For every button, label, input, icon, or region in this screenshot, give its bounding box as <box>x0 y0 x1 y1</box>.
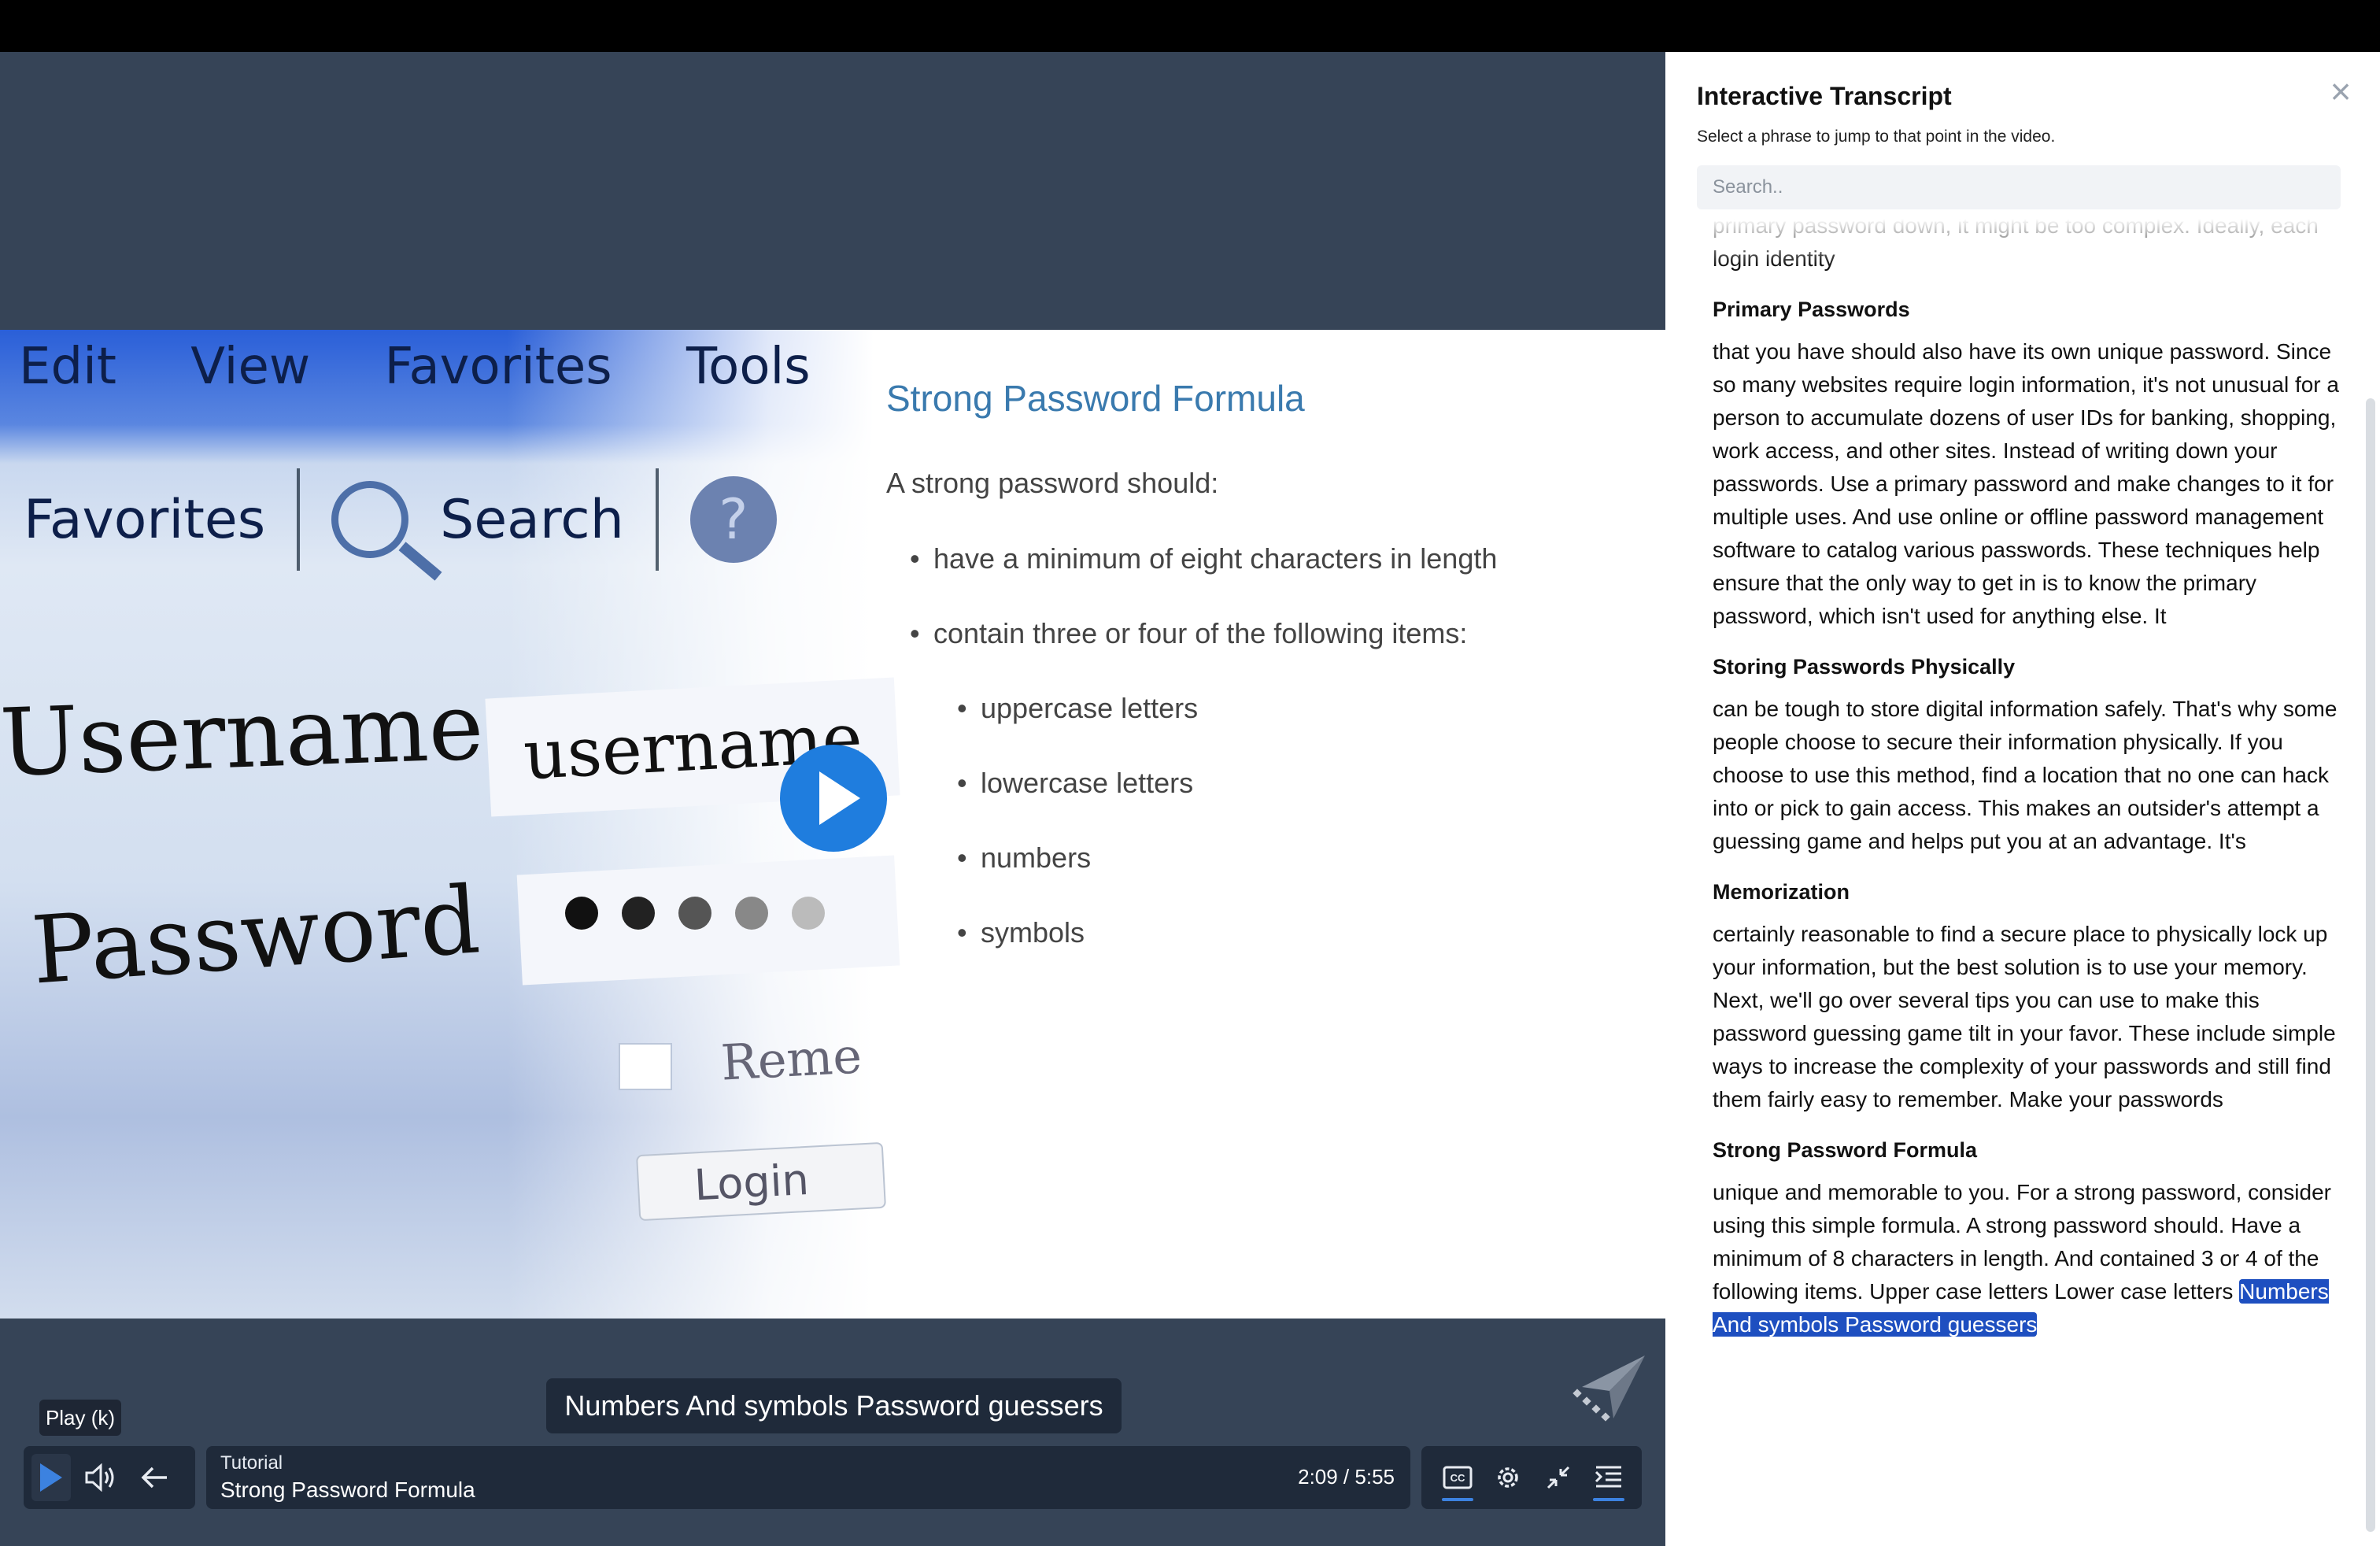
video-player[interactable]: Edit View Favorites Tools Favorites Sear… <box>0 52 1665 1546</box>
photo-menu-view: View <box>190 338 311 396</box>
brand-logo-icon <box>1572 1356 1645 1422</box>
big-play-button[interactable] <box>780 745 887 852</box>
exit-fullscreen-button[interactable] <box>1538 1457 1579 1498</box>
play-tooltip: Play (k) <box>39 1400 121 1436</box>
slide-title: Strong Password Formula <box>886 378 1305 419</box>
transcript-phrase[interactable]: can be tough to store digital informatio… <box>1713 693 2342 858</box>
transcript-active-indicator <box>1593 1498 1624 1501</box>
volume-icon <box>85 1463 114 1492</box>
photo-separator <box>297 468 301 571</box>
closed-captions-button[interactable]: CC <box>1437 1454 1478 1501</box>
password-dot <box>565 897 598 930</box>
photo-toolbar: Favorites Search ? <box>24 468 777 571</box>
photo-separator <box>655 468 659 571</box>
top-black-bar <box>0 0 2380 52</box>
photo-password-label: Password <box>28 865 483 1005</box>
transcript-search-input[interactable] <box>1697 165 2341 209</box>
slide-sub-bullet: uppercase letters <box>886 692 1497 725</box>
transcript-last-paragraph: unique and memorable to you. For a stron… <box>1713 1176 2342 1341</box>
transcript-section-heading: Storing Passwords Physically <box>1713 655 2016 679</box>
transcript-subtitle: Select a phrase to jump to that point in… <box>1697 128 2056 146</box>
closed-caption-box: Numbers And symbols Password guessers <box>546 1378 1122 1433</box>
volume-button[interactable] <box>80 1457 121 1498</box>
slide-bullet: have a minimum of eight characters in le… <box>886 542 1497 575</box>
password-dot <box>678 897 711 930</box>
password-dot <box>622 897 655 930</box>
photo-menu-bar: Edit View Favorites Tools <box>19 338 811 416</box>
video-type-label: Tutorial <box>220 1452 283 1474</box>
back-arrow-icon <box>141 1466 167 1489</box>
slide-intro: A strong password should: <box>886 467 1219 499</box>
video-time: 2:09 / 5:55 <box>1298 1465 1395 1489</box>
slide-sub-bullet: symbols <box>886 916 1497 949</box>
photo-password-dots <box>565 897 825 930</box>
slide-bullet: contain three or four of the following i… <box>886 617 1497 650</box>
slide-sub-bullet: numbers <box>886 841 1497 875</box>
minimize-icon <box>1547 1466 1570 1489</box>
photo-favorites-label: Favorites <box>24 488 266 551</box>
svg-text:CC: CC <box>1451 1472 1465 1484</box>
settings-gear-icon <box>1498 1467 1518 1488</box>
transcript-top-fade <box>1665 219 2350 266</box>
login-screen-photo: Edit View Favorites Tools Favorites Sear… <box>0 330 900 1319</box>
transcript-icon <box>1595 1466 1621 1488</box>
transcript-body: primary password down, it might be too c… <box>1713 219 2342 1341</box>
transcript-section-heading: Strong Password Formula <box>1713 1138 1978 1162</box>
photo-search-label: Search <box>440 488 624 551</box>
transcript-button[interactable] <box>1588 1454 1629 1501</box>
password-dot <box>735 897 768 930</box>
photo-menu-edit: Edit <box>19 338 116 396</box>
transcript-panel: Interactive Transcript Select a phrase t… <box>1665 52 2380 1546</box>
magnifier-icon <box>331 481 409 558</box>
help-icon: ? <box>689 476 777 563</box>
password-dot <box>792 897 825 930</box>
closed-captions-icon: CC <box>1443 1466 1473 1489</box>
slide-bullet-list: have a minimum of eight characters in le… <box>886 542 1497 949</box>
photo-menu-favorites: Favorites <box>384 338 612 396</box>
photo-login-button: Login <box>636 1141 886 1222</box>
video-title: Strong Password Formula <box>220 1478 475 1502</box>
player-options: CC <box>1421 1446 1642 1509</box>
close-icon[interactable]: × <box>2325 73 2356 109</box>
playback-controls <box>24 1446 195 1509</box>
captions-active-indicator <box>1442 1498 1473 1501</box>
play-button[interactable] <box>31 1454 71 1501</box>
slide-sub-bullet: lowercase letters <box>886 767 1497 800</box>
back-button[interactable] <box>134 1457 175 1498</box>
photo-remember-checkbox <box>619 1043 672 1090</box>
photo-remember-label: Reme <box>719 1026 863 1092</box>
transcript-title: Interactive Transcript <box>1697 82 1952 110</box>
settings-button[interactable] <box>1488 1457 1528 1498</box>
transcript-phrase[interactable]: that you have should also have its own u… <box>1713 335 2342 633</box>
photo-username-label: Username <box>0 671 486 797</box>
slide-text-area: Strong Password Formula A strong passwor… <box>886 377 1497 991</box>
video-info-bar: Tutorial Strong Password Formula 2:09 / … <box>206 1446 1410 1509</box>
transcript-phrase[interactable]: certainly reasonable to find a secure pl… <box>1713 918 2342 1116</box>
play-icon <box>40 1463 62 1492</box>
transcript-section-heading: Primary Passwords <box>1713 298 1910 321</box>
photo-menu-tools: Tools <box>686 338 811 396</box>
transcript-scrollbar[interactable] <box>2366 398 2375 1532</box>
transcript-scroll-area[interactable]: primary password down, it might be too c… <box>1713 219 2380 1526</box>
transcript-section-heading: Memorization <box>1713 880 1850 904</box>
